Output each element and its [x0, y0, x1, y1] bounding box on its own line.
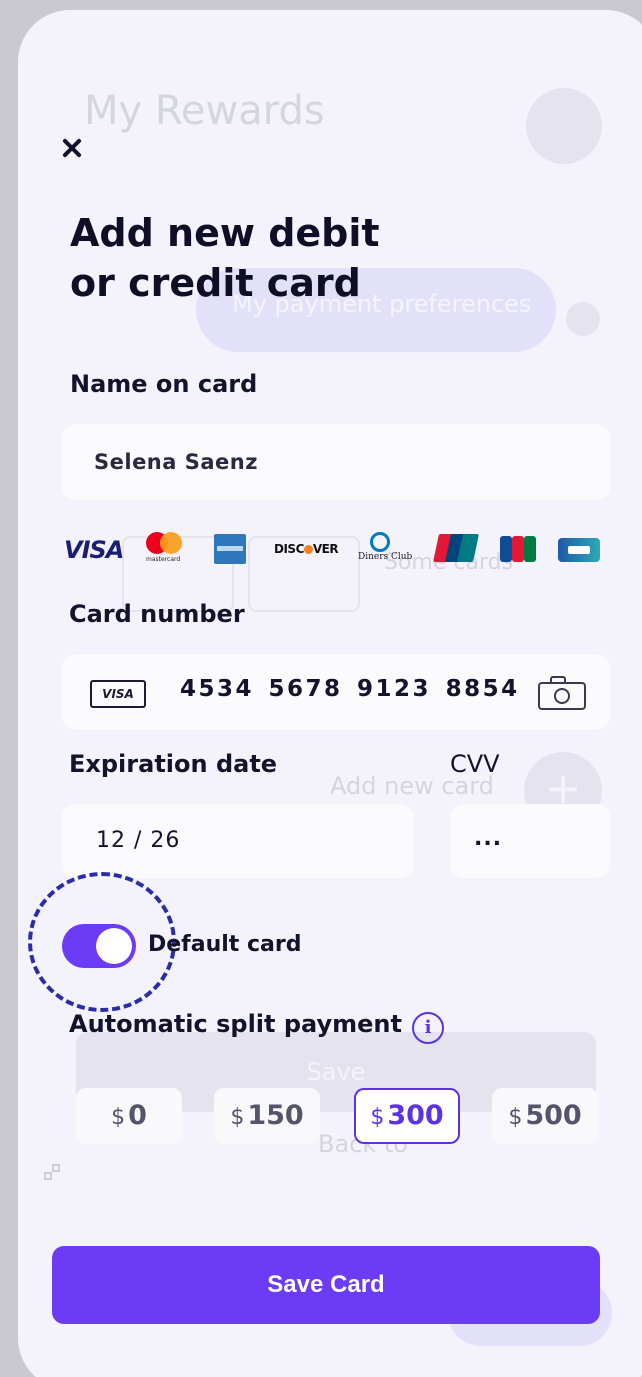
name-on-card-field[interactable]: Selena Saenz [62, 424, 610, 500]
discover-logo-icon: DISC VER [274, 542, 339, 556]
name-on-card-label: Name on card [70, 370, 258, 398]
unionpay-logo-icon [433, 534, 479, 562]
expiration-date-label: Expiration date [69, 750, 278, 778]
automatic-split-payment-label: Automatic split payment [69, 1010, 402, 1038]
cb-logo-icon [558, 538, 600, 562]
diners-club-logo-icon: Diners Club [358, 532, 412, 566]
title-line-2: or credit card [70, 261, 361, 305]
split-amount-option-300[interactable]: $300 [354, 1088, 460, 1144]
card-number-field[interactable]: VISA 4534 5678 9123 8854 [62, 654, 610, 730]
cvv-value: ... [474, 826, 503, 851]
faded-nav-icon [44, 1164, 62, 1184]
bg-page-title: My Rewards [84, 88, 325, 134]
camera-icon[interactable] [538, 676, 588, 710]
default-card-label: Default card [148, 932, 302, 957]
card-number-value: 4534 5678 9123 8854 [180, 676, 520, 702]
name-on-card-value: Selena Saenz [94, 450, 258, 474]
split-amount-option-150[interactable]: $150 [214, 1088, 320, 1144]
cvv-label: CVV [450, 750, 500, 778]
amex-logo-icon [214, 534, 246, 564]
page-title: Add new debit or credit card [70, 208, 490, 308]
visa-logo-icon: VISA [64, 536, 124, 564]
mastercard-logo-icon: mastercard [146, 532, 186, 566]
split-amount-option-500[interactable]: $500 [492, 1088, 598, 1144]
bg-avatar-icon [526, 88, 602, 164]
info-icon[interactable]: i [412, 1012, 444, 1044]
split-amount-option-0[interactable]: $0 [76, 1088, 182, 1144]
cvv-field[interactable]: ... [450, 804, 610, 878]
bg-user-icon [566, 302, 600, 336]
toggle-knob [96, 928, 132, 964]
default-card-toggle[interactable] [62, 924, 136, 968]
jcb-logo-icon [500, 536, 536, 562]
accepted-card-brands: VISA mastercard DISC VER Diners Club [62, 532, 608, 570]
card-number-label: Card number [69, 600, 245, 628]
save-card-button[interactable]: Save Card [52, 1246, 600, 1324]
expiration-date-field[interactable]: 12 / 26 [62, 804, 414, 878]
title-line-1: Add new debit [70, 211, 380, 255]
close-icon[interactable] [56, 132, 88, 164]
visa-badge-icon: VISA [90, 680, 146, 708]
expiration-date-value: 12 / 26 [96, 828, 181, 853]
